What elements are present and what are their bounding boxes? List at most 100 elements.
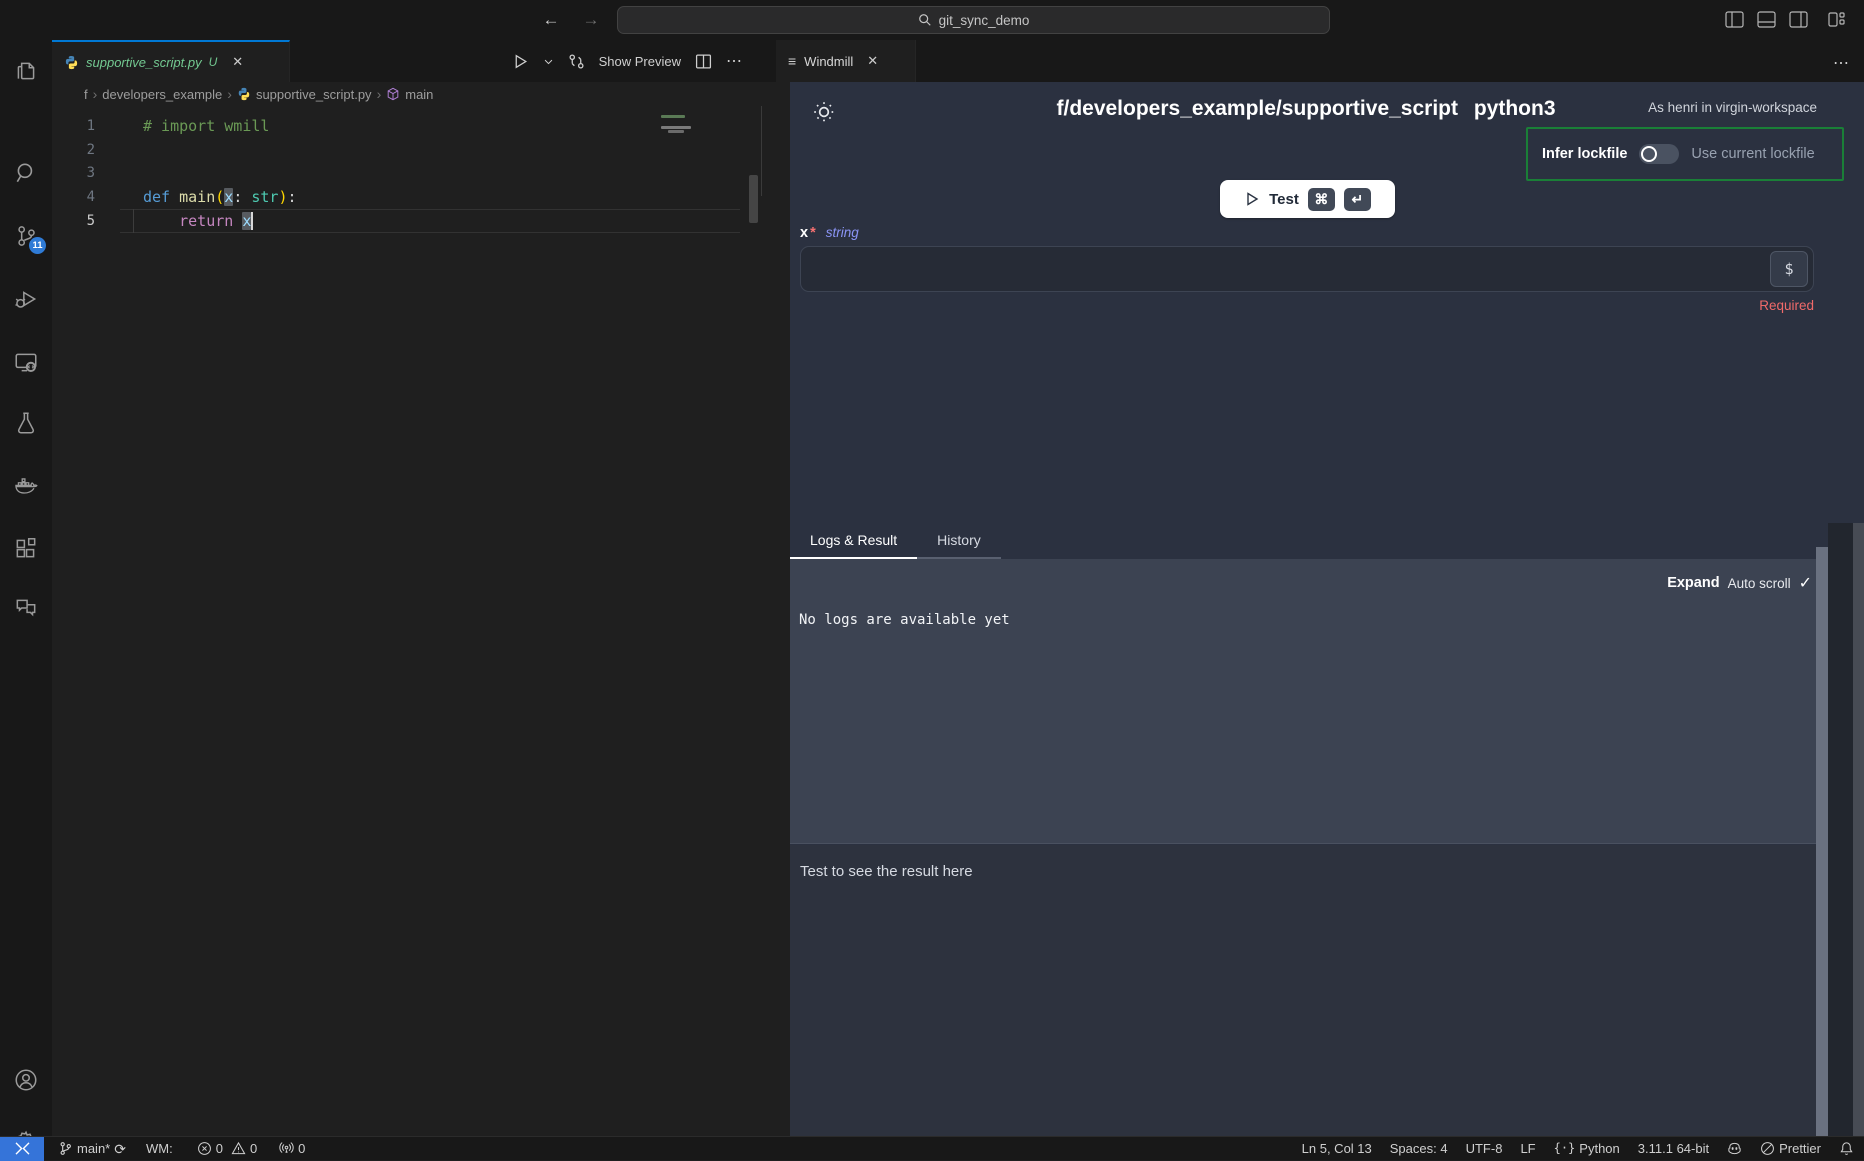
extensions-icon[interactable]: [13, 535, 39, 561]
logs-actions: Expand Auto scroll ✓: [1667, 573, 1812, 593]
ports-status[interactable]: 0: [279, 1141, 305, 1156]
testing-icon[interactable]: [13, 410, 39, 436]
copilot-status[interactable]: [1727, 1141, 1742, 1156]
nav-forward-icon[interactable]: →: [580, 9, 602, 31]
line-number: 3: [52, 165, 95, 181]
toggle-panel-icon[interactable]: [1757, 11, 1776, 28]
accounts-icon[interactable]: [13, 1067, 39, 1093]
git-branch-status[interactable]: main* ⟳: [58, 1141, 126, 1156]
minimap-line: [668, 130, 684, 133]
run-python-file-icon[interactable]: [512, 53, 529, 70]
expand-button[interactable]: Expand: [1667, 575, 1719, 591]
scrollbar-track: [761, 106, 762, 196]
tab-windmill[interactable]: ≡ Windmill ✕: [776, 40, 916, 82]
webview-edge: [1853, 523, 1864, 1136]
breadcrumb-folder[interactable]: developers_example: [102, 87, 222, 102]
braces-icon: {·}: [1554, 1141, 1576, 1156]
search-view-icon[interactable]: [13, 160, 39, 186]
toggle-primary-sidebar-icon[interactable]: [1725, 11, 1744, 28]
tab-history[interactable]: History: [917, 523, 1001, 559]
tab-close-icon[interactable]: ✕: [867, 53, 878, 69]
source-control-icon[interactable]: 11: [13, 223, 39, 249]
open-changes-icon[interactable]: [568, 53, 585, 70]
eol-sequence[interactable]: LF: [1520, 1141, 1535, 1156]
code-token: ): [278, 188, 287, 206]
sync-icon[interactable]: ⟳: [114, 1141, 126, 1156]
show-preview-button[interactable]: Show Preview: [599, 54, 681, 69]
formatter-label: Prettier: [1779, 1141, 1821, 1156]
test-button[interactable]: Test ⌘ ↵: [1220, 180, 1395, 218]
docker-icon[interactable]: [13, 473, 39, 499]
remote-indicator[interactable]: [0, 1137, 44, 1161]
broadcast-icon: [279, 1141, 294, 1156]
problems-status[interactable]: 0 0: [197, 1141, 257, 1156]
cmd-key-badge: ⌘: [1308, 188, 1335, 211]
tab-close-icon[interactable]: ✕: [232, 54, 243, 70]
variable-picker-button[interactable]: $: [1770, 251, 1808, 287]
code-line-4[interactable]: 4 def main(x: str):: [52, 185, 776, 209]
encoding[interactable]: UTF-8: [1466, 1141, 1503, 1156]
text-cursor: [251, 212, 253, 230]
formatter-status[interactable]: Prettier: [1760, 1141, 1821, 1156]
warning-count: 0: [250, 1141, 257, 1156]
windmill-status[interactable]: WM:: [146, 1141, 173, 1156]
prettier-slash-icon: [1760, 1141, 1775, 1156]
tab-git-status: U: [209, 55, 218, 69]
toggle-secondary-sidebar-icon[interactable]: [1789, 11, 1808, 28]
breadcrumb-folder[interactable]: f: [84, 87, 88, 102]
symbol-cube-icon: [386, 87, 400, 101]
run-dropdown-chevron-icon[interactable]: [543, 53, 554, 70]
code-line-5-current[interactable]: 5 return x: [52, 209, 776, 233]
windmill-more-actions-icon[interactable]: ⋯: [1833, 53, 1850, 73]
minimap[interactable]: [655, 111, 711, 151]
indentation[interactable]: Spaces: 4: [1390, 1141, 1448, 1156]
code-editor[interactable]: 1 # import wmill 2 3 4 def main(x: str):…: [52, 106, 776, 1136]
cursor-position[interactable]: Ln 5, Col 13: [1302, 1141, 1372, 1156]
notifications-bell[interactable]: [1839, 1141, 1854, 1156]
field-type: string: [826, 225, 859, 240]
eol-label: LF: [1520, 1141, 1535, 1156]
explorer-icon[interactable]: [13, 58, 39, 84]
breadcrumb[interactable]: f › developers_example › supportive_scri…: [52, 82, 776, 106]
code-token: return: [179, 212, 242, 230]
light-mode-sun-icon[interactable]: [811, 99, 837, 125]
editor-more-actions-icon[interactable]: ⋯: [726, 51, 742, 71]
language-mode[interactable]: {·} Python: [1554, 1141, 1620, 1156]
run-debug-icon[interactable]: [13, 286, 39, 312]
lockfile-toggle[interactable]: [1639, 144, 1679, 164]
webview-scrollbar-thumb[interactable]: [1816, 547, 1828, 1136]
activity-bar: 11: [0, 40, 52, 1136]
windmill-tab-bar: ≡ Windmill ✕ ⋯: [776, 40, 1864, 82]
tab-logs-result[interactable]: Logs & Result: [790, 523, 917, 559]
script-language: python3: [1474, 97, 1556, 120]
remote-explorer-icon[interactable]: [13, 349, 39, 375]
python-file-icon: [64, 55, 79, 70]
command-center-search[interactable]: git_sync_demo: [617, 6, 1330, 34]
tab-supportive-script[interactable]: supportive_script.py U ✕: [52, 40, 290, 82]
autoscroll-label[interactable]: Auto scroll: [1728, 576, 1791, 591]
status-bar: main* ⟳ WM: 0 0 0 Ln 5, Col 13 Spaces: 4…: [0, 1136, 1864, 1160]
nav-back-icon[interactable]: ←: [540, 9, 562, 31]
breadcrumb-symbol[interactable]: main: [405, 87, 433, 102]
python-runtime[interactable]: 3.11.1 64-bit: [1638, 1141, 1709, 1156]
x-string-input[interactable]: $: [800, 246, 1814, 292]
editor-toolbar: Show Preview ⋯: [512, 40, 742, 82]
script-path: f/developers_example/supportive_script: [1056, 97, 1458, 120]
customize-layout-icon[interactable]: [1827, 11, 1846, 28]
use-current-lockfile-label: Use current lockfile: [1691, 146, 1814, 162]
required-message: Required: [1759, 298, 1814, 313]
breadcrumb-file[interactable]: supportive_script.py: [256, 87, 372, 102]
language-label: Python: [1579, 1141, 1619, 1156]
code-token: (: [215, 188, 224, 206]
code-token-highlighted: x: [224, 188, 233, 206]
code-line-3[interactable]: 3: [52, 162, 776, 186]
branch-name: main*: [77, 1141, 110, 1156]
logs-panel: Expand Auto scroll ✓ No logs are availab…: [790, 559, 1828, 844]
webview-list-icon: ≡: [788, 53, 796, 69]
code-token: main: [179, 188, 215, 206]
check-icon[interactable]: ✓: [1799, 573, 1812, 593]
editor-scrollbar-thumb[interactable]: [749, 175, 758, 223]
split-editor-icon[interactable]: [695, 53, 712, 70]
encoding-label: UTF-8: [1466, 1141, 1503, 1156]
comments-icon[interactable]: [13, 595, 39, 621]
